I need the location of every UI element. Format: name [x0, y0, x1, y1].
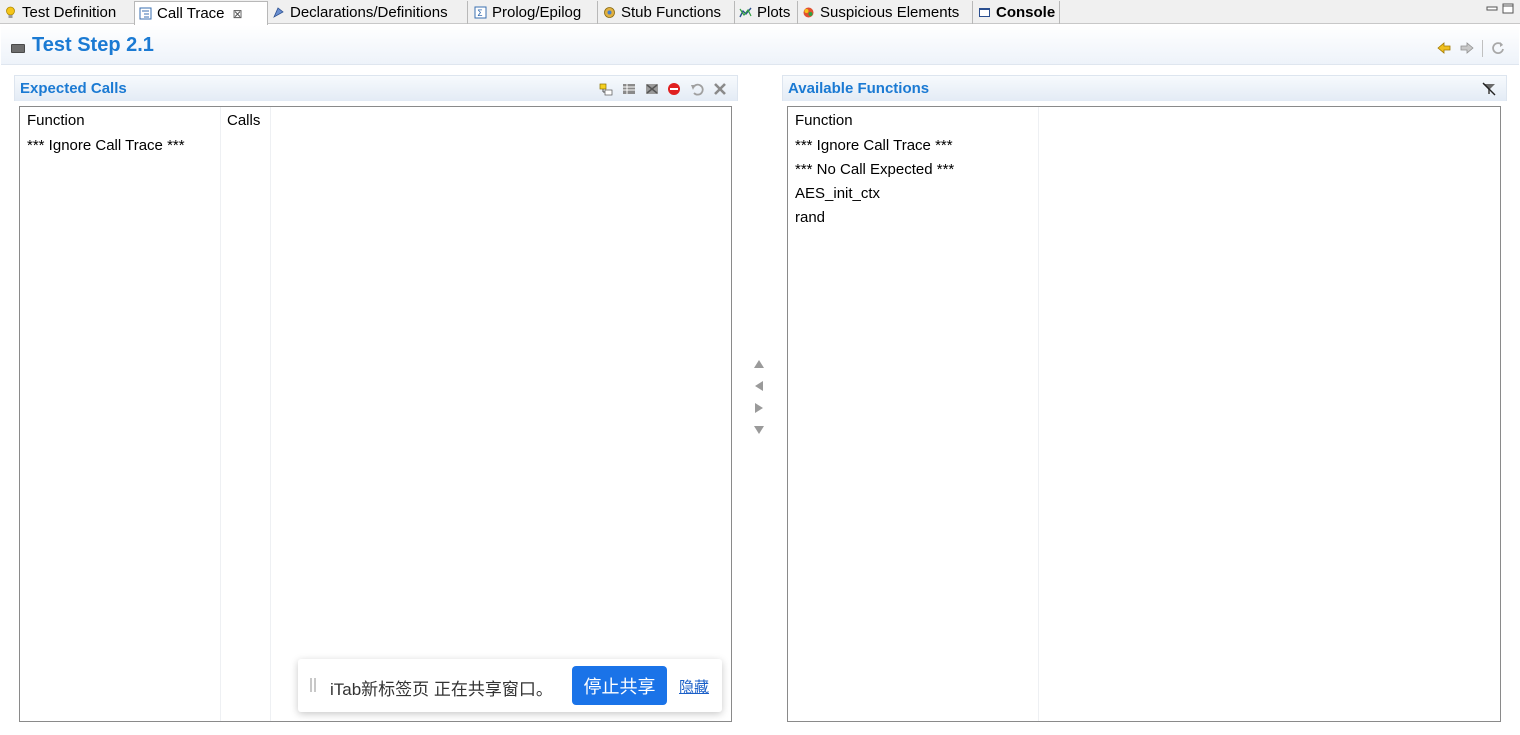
tab-test-definition[interactable]: Test Definition [0, 1, 135, 24]
screen-share-bar: iTab新标签页 正在共享窗口。 停止共享 隐藏 [298, 659, 722, 712]
tab-label: Test Definition [22, 4, 117, 21]
undo-icon[interactable] [690, 82, 704, 96]
column-divider [1038, 107, 1039, 721]
tab-prolog-epilog[interactable]: Σ Prolog/Epilog [470, 1, 598, 24]
declarations-icon [273, 7, 284, 18]
stub-functions-icon [604, 7, 615, 18]
test-step-icon [11, 44, 25, 53]
suspicious-elements-icon [803, 7, 814, 18]
available-functions-header: Available Functions [782, 75, 1507, 101]
column-divider [220, 107, 221, 721]
plots-icon [739, 7, 752, 18]
tab-label: Console [996, 4, 1056, 21]
column-divider [270, 107, 271, 721]
call-trace-icon [139, 7, 152, 20]
list-item[interactable]: rand [795, 209, 825, 226]
tab-suspicious-elements[interactable]: Suspicious Elements [798, 1, 973, 24]
tab-label: Suspicious Elements [820, 4, 960, 21]
stop-sharing-button[interactable]: 停止共享 [572, 666, 667, 705]
tab-plots[interactable]: Plots [735, 1, 798, 24]
prolog-epilog-icon: Σ [474, 6, 487, 19]
refresh-icon[interactable] [1491, 41, 1505, 55]
list-item[interactable]: AES_init_ctx [795, 185, 880, 202]
expected-calls-table[interactable]: Function Calls *** Ignore Call Trace *** [19, 106, 732, 722]
tab-label: Prolog/Epilog [492, 4, 582, 21]
tab-label: Stub Functions [621, 4, 722, 21]
column-header-function[interactable]: Function [795, 112, 853, 129]
drag-handle-icon[interactable] [310, 678, 316, 692]
close-tab-icon[interactable]: ⊠ [233, 7, 243, 21]
tab-label: Plots [757, 4, 791, 21]
table-row[interactable]: *** Ignore Call Trace *** [27, 137, 185, 154]
tab-label: Call Trace [157, 5, 225, 22]
tab-console[interactable]: Console [974, 1, 1060, 24]
move-right-icon[interactable] [753, 402, 765, 414]
tab-stub-functions[interactable]: Stub Functions [599, 1, 735, 24]
list-item[interactable]: *** Ignore Call Trace *** [795, 137, 953, 154]
add-call-icon[interactable] [599, 82, 613, 96]
hide-link[interactable]: 隐藏 [679, 676, 709, 697]
share-message: iTab新标签页 正在共享窗口。 [330, 680, 553, 699]
stop-icon[interactable] [667, 82, 681, 96]
page-title: Test Step 2.1 [32, 34, 154, 56]
lightbulb-icon [6, 6, 15, 18]
filter-icon[interactable] [1482, 82, 1496, 96]
move-up-icon[interactable] [753, 358, 765, 370]
column-header-function[interactable]: Function [27, 112, 85, 129]
tab-declarations-definitions[interactable]: Declarations/Definitions [268, 1, 468, 24]
back-arrow-icon[interactable] [1437, 41, 1451, 55]
toolbar-separator [1482, 40, 1483, 57]
move-down-icon[interactable] [753, 424, 765, 436]
delete-icon[interactable] [713, 82, 727, 96]
tab-label: Declarations/Definitions [290, 4, 448, 21]
available-functions-table[interactable]: Function *** Ignore Call Trace *** *** N… [787, 106, 1501, 722]
available-functions-title: Available Functions [788, 80, 930, 97]
clear-table-icon[interactable] [645, 82, 659, 96]
minimize-icon[interactable] [1486, 3, 1498, 14]
expected-calls-header: Expected Calls [14, 75, 738, 101]
form-header: Test Step 2.1 [1, 25, 1519, 65]
editor-tab-bar: Test Definition Call Trace ⊠ Declaration… [0, 0, 1520, 25]
maximize-icon[interactable] [1502, 3, 1514, 14]
svg-text:Σ: Σ [477, 9, 483, 19]
console-icon [979, 8, 990, 17]
edit-table-icon[interactable] [622, 82, 636, 96]
forward-arrow-icon[interactable] [1460, 41, 1474, 55]
list-item[interactable]: *** No Call Expected *** [795, 161, 954, 178]
expected-calls-title: Expected Calls [20, 80, 127, 97]
column-header-calls[interactable]: Calls [227, 112, 260, 129]
move-left-icon[interactable] [753, 380, 765, 392]
tab-call-trace[interactable]: Call Trace ⊠ [134, 1, 268, 25]
